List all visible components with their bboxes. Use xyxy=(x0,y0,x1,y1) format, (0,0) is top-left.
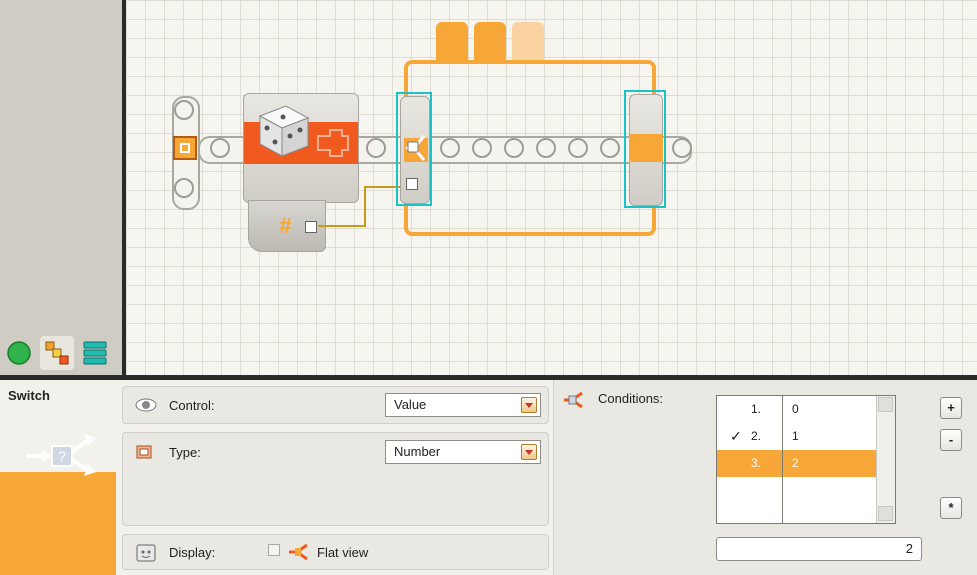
tab-common-palette[interactable] xyxy=(2,336,36,370)
block-name: Switch xyxy=(8,388,50,403)
output-plug-icon xyxy=(317,129,349,157)
column-divider xyxy=(782,396,783,523)
remove-condition-button[interactable]: - xyxy=(940,429,962,451)
control-label: Control: xyxy=(169,398,215,413)
switch-fork-icon xyxy=(406,135,426,161)
data-wire xyxy=(364,186,366,227)
switch-exit[interactable] xyxy=(624,90,666,208)
display-label: Display: xyxy=(169,545,216,560)
switch-entry[interactable] xyxy=(396,92,432,206)
condition-number: 3. xyxy=(751,456,762,470)
tab-complete-palette[interactable] xyxy=(40,336,74,370)
switch-block-icon: ? xyxy=(26,434,96,476)
type-value: Number xyxy=(394,444,441,459)
random-block[interactable] xyxy=(243,93,359,203)
switch-frame[interactable] xyxy=(404,60,656,236)
default-check: ✓ xyxy=(730,428,742,444)
conditions-area: Conditions: 1. 0 ✓ 2. 1 3. 2 + - * 2 xyxy=(553,380,977,575)
display-icon xyxy=(136,544,156,562)
condition-number: 1. xyxy=(751,402,762,416)
dice-icon xyxy=(258,105,310,157)
eye-icon xyxy=(135,398,157,412)
beam-ring xyxy=(672,138,692,158)
set-default-button[interactable]: * xyxy=(940,497,962,519)
display-row: Display: Flat view xyxy=(122,534,549,570)
condition-number: 2. xyxy=(751,429,762,443)
type-label: Type: xyxy=(169,445,201,460)
green-circle-icon xyxy=(7,341,31,365)
add-condition-button[interactable]: + xyxy=(940,397,962,419)
data-wire xyxy=(364,186,400,188)
type-row: Type: Number xyxy=(122,432,549,526)
svg-text:?: ? xyxy=(58,448,66,464)
condition-value-input[interactable]: 2 xyxy=(716,537,922,561)
start-ring-top xyxy=(174,100,194,120)
condition-row-1[interactable]: 1. 0 xyxy=(717,396,895,423)
flat-view-label: Flat view xyxy=(317,545,369,560)
palette-tabs xyxy=(2,336,120,372)
config-panel: Switch ? Control: Value Type: Number Dis… xyxy=(0,380,977,575)
data-wire xyxy=(318,225,366,227)
chevron-down-icon[interactable] xyxy=(521,397,537,413)
tab-custom-palette[interactable] xyxy=(78,336,112,370)
conditions-list[interactable]: 1. 0 ✓ 2. 1 3. 2 xyxy=(716,395,896,524)
condition-row-2[interactable]: ✓ 2. 1 xyxy=(717,423,895,450)
block-icon-area xyxy=(0,472,116,575)
chevron-down-icon[interactable] xyxy=(521,444,537,460)
control-value: Value xyxy=(394,397,427,412)
flat-view-checkbox[interactable] xyxy=(268,544,280,556)
switch-tab[interactable] xyxy=(474,22,506,62)
number-plug[interactable] xyxy=(305,221,317,233)
left-panel xyxy=(0,0,122,375)
switch-input-plug[interactable] xyxy=(406,178,418,190)
switch-tab[interactable] xyxy=(512,22,544,62)
number-output-hub[interactable]: # xyxy=(248,200,326,252)
start-ring-bottom xyxy=(174,178,194,198)
beam-ring xyxy=(366,138,386,158)
flat-view-icon xyxy=(289,543,308,561)
condition-row-3[interactable]: 3. 2 xyxy=(717,450,895,477)
control-row: Control: Value xyxy=(122,386,549,424)
conditions-icon xyxy=(564,391,583,409)
condition-value: 1 xyxy=(792,429,799,443)
condition-input-value: 2 xyxy=(905,541,913,556)
start-icon xyxy=(173,136,197,160)
beam-ring xyxy=(210,138,230,158)
scroll-down-button[interactable] xyxy=(878,506,893,521)
control-dropdown[interactable]: Value xyxy=(385,393,541,417)
conditions-label: Conditions: xyxy=(598,391,664,406)
conditions-scrollbar[interactable] xyxy=(876,396,895,523)
type-dropdown[interactable]: Number xyxy=(385,440,541,464)
type-icon xyxy=(136,445,152,459)
condition-value: 2 xyxy=(792,456,799,470)
switch-tab[interactable] xyxy=(436,22,468,62)
stack-icon xyxy=(83,341,107,365)
condition-value: 0 xyxy=(792,402,799,416)
scroll-up-button[interactable] xyxy=(878,397,893,412)
program-canvas[interactable]: # xyxy=(126,0,977,375)
number-symbol: # xyxy=(279,213,292,238)
blocks-icon xyxy=(45,341,69,365)
